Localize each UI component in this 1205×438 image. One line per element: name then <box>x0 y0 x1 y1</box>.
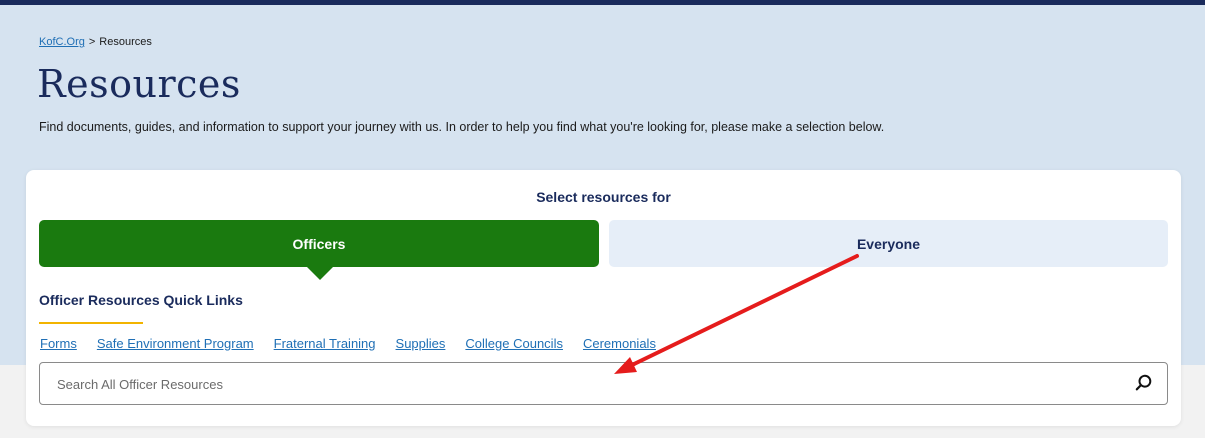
quick-link-forms[interactable]: Forms <box>40 336 77 351</box>
search-input[interactable] <box>55 363 1119 406</box>
tab-officers-label: Officers <box>292 235 346 252</box>
quick-links-list: Forms Safe Environment Program Fraternal… <box>40 336 656 351</box>
tab-officers[interactable]: Officers <box>39 220 599 280</box>
quick-links-title: Officer Resources Quick Links <box>39 292 243 308</box>
select-resources-label: Select resources for <box>536 189 671 205</box>
quick-link-fraternal-training[interactable]: Fraternal Training <box>274 336 376 351</box>
quick-link-college-councils[interactable]: College Councils <box>465 336 563 351</box>
active-tab-pointer <box>307 267 333 280</box>
breadcrumb-separator: > <box>88 36 96 48</box>
search-field[interactable] <box>39 362 1168 406</box>
tab-everyone[interactable]: Everyone <box>609 220 1168 267</box>
breadcrumb: KofC.Org > Resources <box>39 36 152 48</box>
page-title: Resources <box>37 62 241 106</box>
search-icon[interactable] <box>1135 374 1153 392</box>
quick-link-safe-environment-program[interactable]: Safe Environment Program <box>97 336 254 351</box>
resource-selector-card: Select resources for Officers Everyone O… <box>26 170 1181 426</box>
quick-link-ceremonials[interactable]: Ceremonials <box>583 336 656 351</box>
page-intro: Find documents, guides, and information … <box>39 120 885 134</box>
quick-link-supplies[interactable]: Supplies <box>396 336 446 351</box>
quick-links-underline <box>39 322 143 324</box>
tab-everyone-label: Everyone <box>856 235 921 252</box>
breadcrumb-home-link[interactable]: KofC.Org <box>39 36 85 48</box>
breadcrumb-current: Resources <box>99 36 152 48</box>
